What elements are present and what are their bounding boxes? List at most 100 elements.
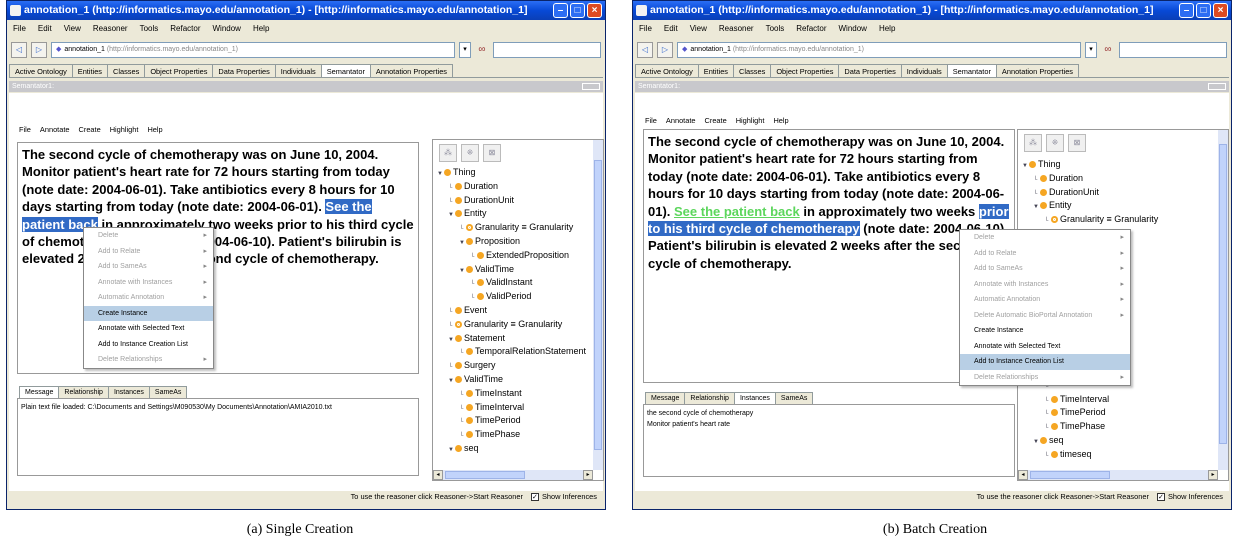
back-button[interactable]: ◁ bbox=[11, 42, 27, 58]
menu-refactor[interactable]: Refactor bbox=[170, 24, 200, 33]
show-inferences-toggle[interactable]: ✓ Show Inferences bbox=[1156, 492, 1223, 501]
scroll-right-arrow[interactable]: ▸ bbox=[583, 470, 593, 480]
tree-toggle-icon[interactable]: ▼ bbox=[459, 266, 466, 278]
tree-toggle-icon[interactable]: ▼ bbox=[1033, 437, 1040, 449]
minimize-button[interactable]: – bbox=[553, 3, 568, 18]
tree-node[interactable]: └ Duration bbox=[437, 181, 586, 195]
show-inferences-checkbox[interactable]: ✓ bbox=[1156, 493, 1165, 501]
menu-help[interactable]: Help bbox=[253, 24, 269, 33]
tree-node[interactable]: ▼ Thing bbox=[1022, 159, 1158, 173]
add-sibling-icon[interactable]: ⁜ bbox=[1046, 134, 1064, 152]
tree-node[interactable]: ▼ Thing bbox=[437, 167, 586, 181]
scroll-thumb[interactable] bbox=[594, 160, 602, 450]
tree-node[interactable]: └ timeseq bbox=[1022, 449, 1158, 463]
tree-node[interactable]: └ ExtendedProposition bbox=[437, 250, 586, 264]
context-item-annotate-with-selected-text[interactable]: Annotate with Selected Text bbox=[84, 321, 213, 337]
lower-tab-relationship[interactable]: Relationship bbox=[58, 386, 109, 398]
scroll-thumb[interactable] bbox=[445, 471, 525, 479]
tab-data-properties[interactable]: Data Properties bbox=[212, 64, 276, 77]
add-subclass-icon[interactable]: ⁂ bbox=[1024, 134, 1042, 152]
ontology-url-field[interactable]: ◆ annotation_1 (http://informatics.mayo.e… bbox=[51, 42, 455, 58]
tree-node[interactable]: ▼ seq bbox=[1022, 435, 1158, 449]
tree-node[interactable]: └ TimeInterval bbox=[1022, 394, 1158, 408]
find-icon[interactable]: ∞ bbox=[1101, 42, 1115, 58]
sem-menu-highlight[interactable]: Highlight bbox=[110, 125, 139, 134]
tree-node[interactable]: ▼ seq bbox=[437, 443, 586, 457]
tree-node[interactable]: └ Granularity ≡ Granularity bbox=[437, 319, 586, 333]
scroll-thumb[interactable] bbox=[1030, 471, 1110, 479]
sem-menu-file[interactable]: File bbox=[19, 125, 31, 134]
tab-classes[interactable]: Classes bbox=[107, 64, 146, 77]
menu-view[interactable]: View bbox=[64, 24, 81, 33]
tree-node[interactable]: └ TimePeriod bbox=[1022, 407, 1158, 421]
tab-semantator[interactable]: Semantator bbox=[946, 64, 997, 77]
tree-node[interactable]: └ TimePhase bbox=[437, 429, 586, 443]
tree-node[interactable]: └ Surgery bbox=[437, 360, 586, 374]
tree-vertical-scrollbar[interactable] bbox=[1218, 130, 1228, 470]
tree-node[interactable]: └ Duration bbox=[1022, 173, 1158, 187]
tree-toggle-icon[interactable]: ▼ bbox=[448, 445, 455, 457]
tree-node[interactable]: ▼ Entity bbox=[437, 208, 586, 222]
show-inferences-checkbox[interactable]: ✓ bbox=[530, 493, 539, 501]
maximize-button[interactable]: □ bbox=[1196, 3, 1211, 18]
menu-help[interactable]: Help bbox=[879, 24, 895, 33]
view-controls[interactable] bbox=[1208, 83, 1226, 90]
context-item-create-instance[interactable]: Create Instance bbox=[84, 305, 213, 321]
tab-entities[interactable]: Entities bbox=[697, 64, 735, 77]
tree-toggle-icon[interactable]: ▼ bbox=[448, 335, 455, 347]
tree-node[interactable]: └ Granularity ≡ Granularity bbox=[437, 222, 586, 236]
tab-data-properties[interactable]: Data Properties bbox=[838, 64, 902, 77]
tree-node[interactable]: └ TimeInstant bbox=[437, 388, 586, 402]
tree-node[interactable]: └ ValidInstant bbox=[437, 277, 586, 291]
view-controls[interactable] bbox=[582, 83, 600, 90]
menu-file[interactable]: File bbox=[13, 24, 26, 33]
context-item-add-to-instance-creation-list[interactable]: Add to Instance Creation List bbox=[84, 337, 213, 353]
tab-object-properties[interactable]: Object Properties bbox=[144, 64, 214, 77]
tab-annotation-properties[interactable]: Annotation Properties bbox=[995, 64, 1079, 77]
scroll-thumb[interactable] bbox=[1219, 144, 1227, 444]
tree-node[interactable]: └ ValidPeriod bbox=[437, 291, 586, 305]
lower-tab-sameas[interactable]: SameAs bbox=[774, 392, 814, 404]
lower-tab-message[interactable]: Message bbox=[645, 392, 686, 404]
tree-node[interactable]: ▼ Entity bbox=[1022, 200, 1158, 214]
tree-toggle-icon[interactable]: ▼ bbox=[1033, 202, 1040, 214]
search-input[interactable] bbox=[1119, 42, 1227, 58]
sem-menu-annotate[interactable]: Annotate bbox=[666, 116, 696, 125]
annotated-text-link[interactable]: See the patient back bbox=[674, 204, 800, 219]
delete-class-icon[interactable]: ⊠ bbox=[1068, 134, 1086, 152]
find-icon[interactable]: ∞ bbox=[475, 42, 489, 58]
context-item-create-instance[interactable]: Create Instance bbox=[960, 323, 1130, 339]
context-item-annotate-with-selected-text[interactable]: Annotate with Selected Text bbox=[960, 339, 1130, 355]
menu-window[interactable]: Window bbox=[213, 24, 241, 33]
minimize-button[interactable]: – bbox=[1179, 3, 1194, 18]
tree-node[interactable]: └ Granularity ≡ Granularity bbox=[1022, 214, 1158, 228]
lower-tab-instances[interactable]: Instances bbox=[733, 392, 776, 404]
sem-menu-help[interactable]: Help bbox=[147, 125, 162, 134]
context-item-add-to-instance-creation-list[interactable]: Add to Instance Creation List bbox=[960, 354, 1130, 370]
menu-window[interactable]: Window bbox=[839, 24, 867, 33]
add-subclass-icon[interactable]: ⁂ bbox=[439, 144, 457, 162]
maximize-button[interactable]: □ bbox=[570, 3, 585, 18]
sem-menu-highlight[interactable]: Highlight bbox=[736, 116, 765, 125]
lower-tab-instances[interactable]: Instances bbox=[107, 386, 150, 398]
ontology-url-field[interactable]: ◆ annotation_1 (http://informatics.mayo.e… bbox=[677, 42, 1081, 58]
close-button[interactable]: × bbox=[1213, 3, 1228, 18]
tree-toggle-icon[interactable]: ▼ bbox=[459, 238, 466, 250]
tab-classes[interactable]: Classes bbox=[733, 64, 772, 77]
back-button[interactable]: ◁ bbox=[637, 42, 653, 58]
tree-node[interactable]: └ DurationUnit bbox=[437, 195, 586, 209]
menu-tools[interactable]: Tools bbox=[140, 24, 159, 33]
tree-horizontal-scrollbar[interactable]: ◂ ▸ bbox=[433, 470, 593, 480]
tree-node[interactable]: └ Event bbox=[437, 305, 586, 319]
sem-menu-file[interactable]: File bbox=[645, 116, 657, 125]
delete-class-icon[interactable]: ⊠ bbox=[483, 144, 501, 162]
search-input[interactable] bbox=[493, 42, 601, 58]
menu-edit[interactable]: Edit bbox=[38, 24, 52, 33]
forward-button[interactable]: ▷ bbox=[31, 42, 47, 58]
tree-toggle-icon[interactable]: ▼ bbox=[448, 376, 455, 388]
sem-menu-create[interactable]: Create bbox=[705, 116, 727, 125]
tree-vertical-scrollbar[interactable] bbox=[593, 140, 603, 470]
scroll-left-arrow[interactable]: ◂ bbox=[1018, 470, 1028, 480]
menu-reasoner[interactable]: Reasoner bbox=[719, 24, 754, 33]
lower-tab-relationship[interactable]: Relationship bbox=[684, 392, 735, 404]
